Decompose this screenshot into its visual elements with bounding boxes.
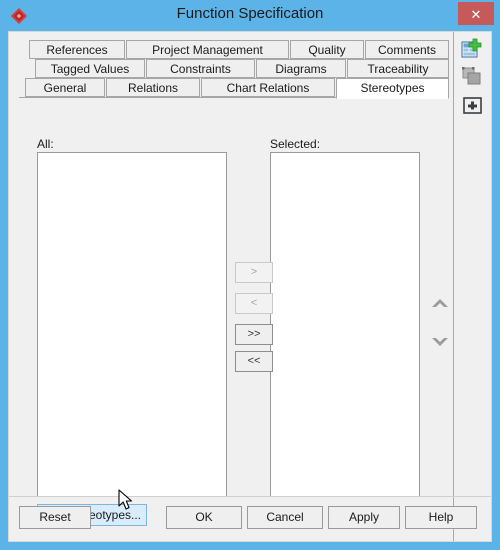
- page-title: Function Specification: [176, 5, 324, 22]
- selected-list[interactable]: [270, 152, 420, 497]
- apply-button[interactable]: Apply: [328, 506, 400, 529]
- dialog-client-area: References Project Management Quality Co…: [8, 31, 492, 542]
- close-icon[interactable]: ✕: [458, 2, 494, 25]
- copy-icon[interactable]: [460, 64, 486, 88]
- tab-row-1: References Project Management Quality Co…: [19, 40, 449, 59]
- tab-row-2: Tagged Values Constraints Diagrams Trace…: [19, 59, 449, 78]
- all-list[interactable]: [37, 152, 227, 497]
- footer-divider: [9, 496, 491, 497]
- ok-button[interactable]: OK: [166, 506, 242, 529]
- chevron-down-icon[interactable]: [430, 333, 450, 349]
- move-all-left-button[interactable]: <<: [235, 351, 273, 372]
- tab-chart-relations[interactable]: Chart Relations: [201, 78, 335, 97]
- tab-relations[interactable]: Relations: [106, 78, 200, 97]
- tab-constraints[interactable]: Constraints: [146, 59, 255, 78]
- document-add-icon[interactable]: [460, 38, 486, 62]
- tab-row-3: General Relations Chart Relations Stereo…: [19, 78, 449, 99]
- tab-quality[interactable]: Quality: [290, 40, 364, 59]
- move-all-right-button[interactable]: >>: [235, 324, 273, 345]
- all-list-label: All:: [37, 137, 54, 151]
- stereotypes-panel: All: Selected: > < >> << Edit Stereotype…: [19, 97, 448, 526]
- tab-general[interactable]: General: [25, 78, 105, 97]
- selected-list-label: Selected:: [270, 137, 321, 151]
- reset-button[interactable]: Reset: [19, 506, 91, 529]
- function-specification-dialog: Function Specification ✕ References Proj…: [0, 0, 500, 550]
- tab-project-management[interactable]: Project Management: [126, 40, 289, 59]
- plus-box-icon[interactable]: [460, 94, 486, 118]
- cancel-button[interactable]: Cancel: [247, 506, 323, 529]
- title-bar: Function Specification ✕: [0, 0, 500, 31]
- tab-stereotypes[interactable]: Stereotypes: [336, 78, 449, 99]
- chevron-up-icon[interactable]: [430, 296, 450, 312]
- tab-references[interactable]: References: [29, 40, 125, 59]
- tab-strip: References Project Management Quality Co…: [19, 40, 449, 99]
- help-button[interactable]: Help: [405, 506, 477, 529]
- side-toolbar: [453, 32, 491, 541]
- tab-tagged-values[interactable]: Tagged Values: [35, 59, 145, 78]
- move-right-button[interactable]: >: [235, 262, 273, 283]
- tab-diagrams[interactable]: Diagrams: [256, 59, 346, 78]
- move-left-button[interactable]: <: [235, 293, 273, 314]
- tab-comments[interactable]: Comments: [365, 40, 449, 59]
- tab-traceability[interactable]: Traceability: [347, 59, 449, 78]
